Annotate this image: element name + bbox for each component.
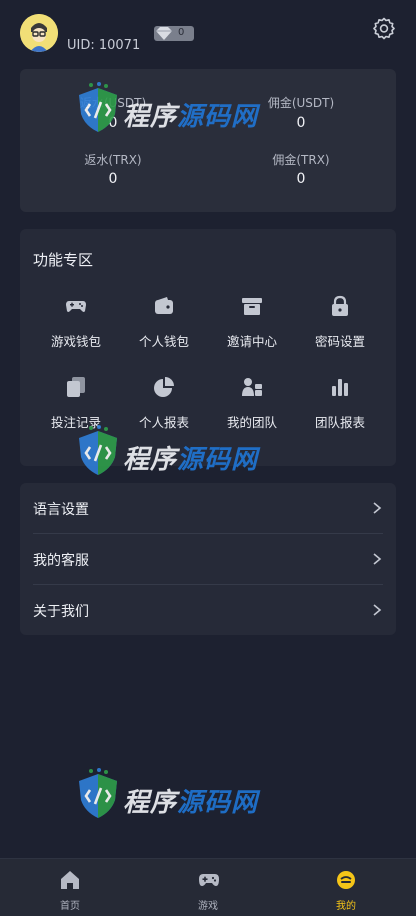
function-label: 团队报表 bbox=[314, 415, 365, 430]
home-icon bbox=[61, 871, 79, 889]
vip-badge: 0 bbox=[154, 26, 194, 41]
function-label: 个人钱包 bbox=[138, 334, 189, 349]
tab-games[interactable]: 游戏 bbox=[139, 859, 277, 916]
bottom-tab-bar: 首页 游戏 我的 bbox=[0, 858, 416, 916]
copy-records-icon bbox=[67, 377, 85, 397]
shield-code-icon bbox=[79, 425, 117, 475]
watermark-text: 程序源码网 bbox=[123, 102, 259, 132]
pie-chart-icon bbox=[154, 377, 174, 397]
watermark-logo: 程序源码网 bbox=[75, 82, 259, 152]
team-icon bbox=[242, 378, 262, 396]
settings-menu-card: 语言设置 我的客服 关于我们 bbox=[20, 483, 396, 635]
watermark-text: 程序源码网 bbox=[123, 788, 259, 818]
stat-label: 佣金(USDT) bbox=[267, 96, 335, 110]
tab-mine[interactable]: 我的 bbox=[277, 859, 415, 916]
chevron-right-icon bbox=[373, 502, 382, 514]
watermark-logo: 程序源码网 bbox=[75, 425, 259, 495]
function-label: 密码设置 bbox=[314, 334, 365, 349]
profile-header: UID: 10071 0 bbox=[0, 0, 416, 66]
stat-label: 返水(TRX) bbox=[84, 153, 142, 167]
function-label: 邀请中心 bbox=[226, 334, 277, 349]
gear-icon[interactable] bbox=[372, 16, 396, 40]
function-invite-center[interactable]: 邀请中心 bbox=[209, 295, 295, 359]
watermark-logo: 程序源码网 bbox=[75, 768, 259, 838]
archive-box-icon bbox=[242, 298, 262, 315]
tab-label: 首页 bbox=[60, 901, 80, 912]
watermark-text: 程序源码网 bbox=[123, 445, 259, 475]
menu-item-customer-service[interactable]: 我的客服 bbox=[20, 534, 396, 584]
shield-code-icon bbox=[79, 82, 117, 132]
stat-value: 0 bbox=[108, 171, 118, 187]
tab-label: 游戏 bbox=[198, 901, 218, 912]
gamepad-icon bbox=[199, 874, 219, 886]
stat-value: 0 bbox=[296, 171, 306, 187]
stat-value: 0 bbox=[296, 115, 306, 131]
gamepad-icon bbox=[66, 301, 86, 312]
function-game-wallet[interactable]: 游戏钱包 bbox=[33, 295, 119, 359]
lock-icon bbox=[332, 295, 348, 316]
menu-item-label: 我的客服 bbox=[33, 553, 89, 569]
avatar-image bbox=[20, 14, 58, 52]
menu-item-label: 语言设置 bbox=[33, 502, 89, 518]
tab-home[interactable]: 首页 bbox=[1, 859, 139, 916]
avatar[interactable] bbox=[20, 14, 58, 52]
vip-level: 0 bbox=[178, 27, 185, 38]
smiley-icon bbox=[337, 871, 355, 889]
menu-item-about-us[interactable]: 关于我们 bbox=[20, 585, 396, 635]
function-team-report[interactable]: 团队报表 bbox=[297, 376, 383, 440]
chevron-right-icon bbox=[373, 604, 382, 616]
tab-label: 我的 bbox=[336, 901, 356, 912]
section-title: 功能专区 bbox=[33, 251, 94, 269]
diamond-icon bbox=[156, 27, 172, 40]
shield-code-icon bbox=[79, 768, 117, 818]
wallet-icon bbox=[155, 297, 173, 314]
function-password-settings[interactable]: 密码设置 bbox=[297, 295, 383, 359]
uid-label: UID: 10071 bbox=[67, 38, 141, 53]
function-personal-wallet[interactable]: 个人钱包 bbox=[121, 295, 207, 359]
function-label: 游戏钱包 bbox=[50, 334, 101, 349]
menu-item-label: 关于我们 bbox=[33, 604, 89, 620]
bar-chart-icon bbox=[332, 379, 348, 396]
chevron-right-icon bbox=[373, 553, 382, 565]
stat-label: 佣金(TRX) bbox=[272, 153, 330, 167]
